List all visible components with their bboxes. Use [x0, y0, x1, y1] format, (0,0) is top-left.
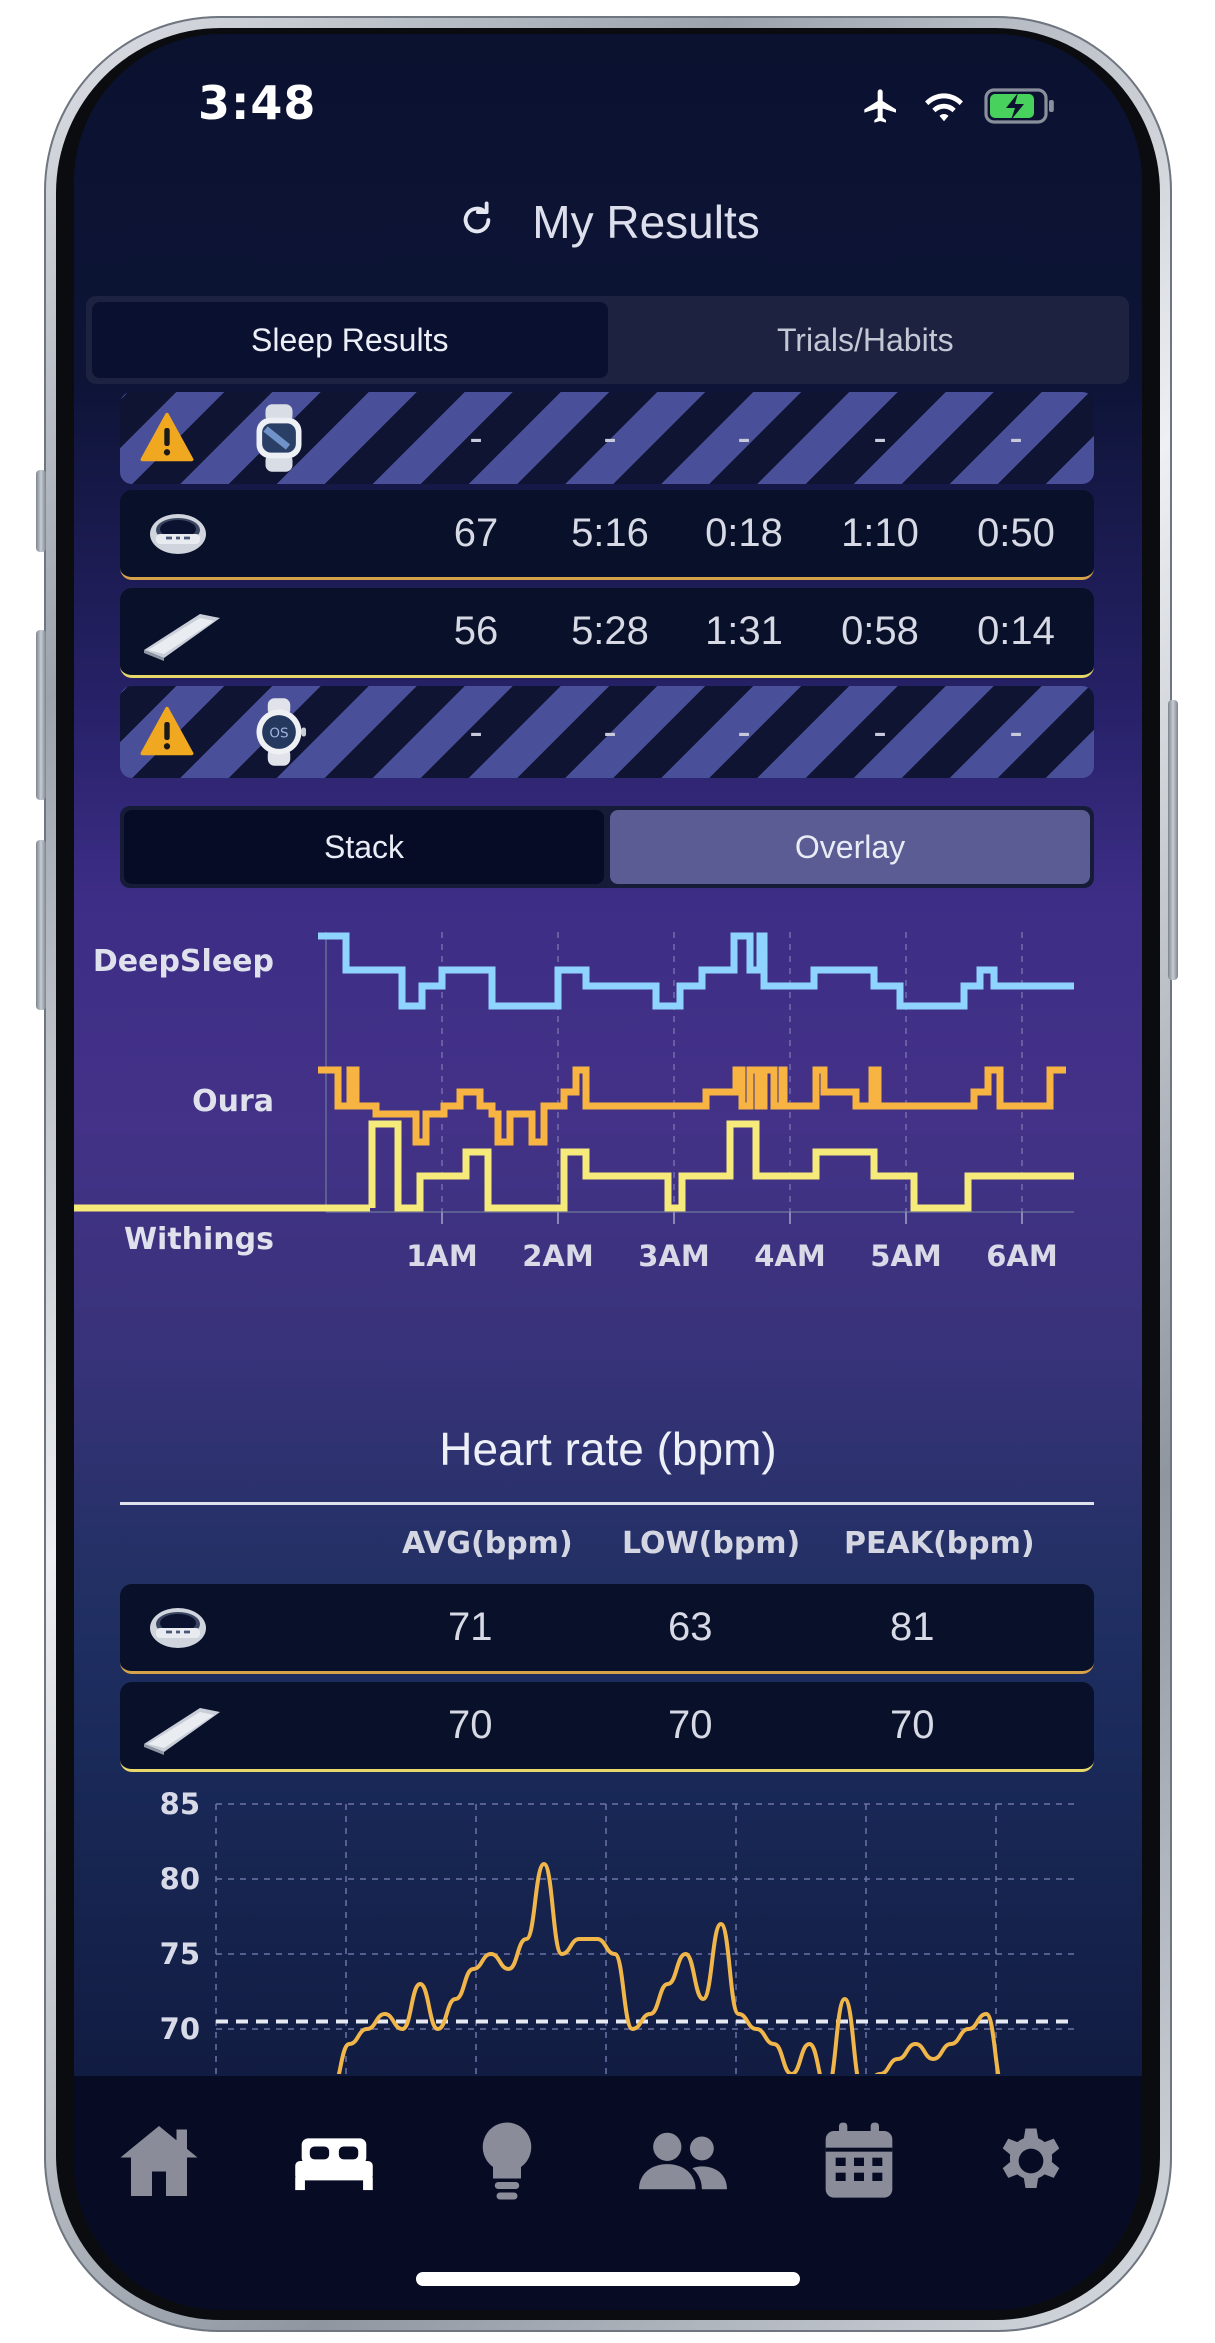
tab-sleep[interactable] — [289, 2118, 379, 2208]
col-low: LOW(bpm) — [622, 1526, 801, 1561]
volume-up-button — [36, 630, 46, 800]
hr-peak: 81 — [890, 1605, 935, 1649]
page-header: My Results — [74, 192, 1142, 252]
overlay-view-button[interactable]: Overlay — [610, 810, 1090, 884]
time-label: 6AM — [986, 1239, 1057, 1273]
status-icons — [858, 86, 1056, 130]
sleep-score: 56 — [453, 609, 499, 653]
tab-community[interactable] — [638, 2118, 728, 2208]
time-labels: 1AM 2AM 3AM 4AM 5AM 6AM — [406, 1239, 1057, 1273]
time-label: 4AM — [754, 1239, 825, 1273]
deep-sleep: - — [737, 415, 751, 460]
device-values: 67 5:16 0:18 1:10 0:50 — [120, 490, 1094, 577]
calendar-icon — [821, 2121, 897, 2205]
withings-line — [368, 1120, 1074, 1212]
lightbulb-icon — [477, 2119, 537, 2207]
time-label: 2AM — [522, 1239, 593, 1273]
page-title: My Results — [532, 196, 760, 248]
hr-values: 71 63 81 — [120, 1584, 1094, 1671]
sleep-score: 67 — [453, 511, 499, 555]
airplane-icon — [858, 86, 904, 130]
deep-sleep: - — [737, 709, 751, 754]
awake-time: 0:14 — [977, 609, 1055, 653]
total-sleep: 5:28 — [571, 609, 649, 653]
battery-charging-icon — [984, 88, 1056, 128]
deepsleep-line — [318, 932, 1074, 1010]
gear-icon — [992, 2122, 1070, 2204]
status-time: 3:48 — [198, 76, 317, 130]
time-label: 1AM — [406, 1239, 477, 1273]
bed-icon — [292, 2126, 376, 2200]
deep-sleep: 0:18 — [705, 511, 783, 555]
rem-sleep: 0:58 — [841, 609, 919, 653]
tab-sleep-results[interactable]: Sleep Results — [92, 302, 608, 378]
mute-switch — [36, 470, 46, 552]
view-toggle: Stack Overlay — [120, 806, 1094, 888]
hypnogram-chart: 1AM 2AM 3AM 4AM 5AM 6AM — [74, 932, 1074, 1273]
oura-line — [318, 1066, 1066, 1146]
tab-calendar[interactable] — [814, 2118, 904, 2208]
device-values: - - - - - — [120, 392, 1094, 484]
sleep-score: - — [469, 415, 483, 460]
total-sleep: - — [603, 709, 617, 754]
app-screen: 3:48 My Results Sleep Results Trials/Hab… — [74, 34, 1142, 2310]
device-row-apple-watch[interactable]: - - - - - — [120, 392, 1094, 484]
hr-y-tick-label: 85 — [160, 1787, 200, 1821]
sleep-score: - — [469, 709, 483, 754]
community-icon — [639, 2128, 727, 2198]
home-indicator — [416, 2272, 800, 2286]
col-avg: AVG(bpm) — [402, 1526, 573, 1561]
x-ticks — [441, 1212, 1023, 1224]
divider — [120, 1502, 1094, 1505]
volume-down-button — [36, 840, 46, 1010]
hr-low: 63 — [668, 1605, 713, 1649]
device-row-withings[interactable]: 56 5:28 1:31 0:58 0:14 — [120, 588, 1094, 678]
tab-settings[interactable] — [986, 2118, 1076, 2208]
hr-y-tick-label: 75 — [160, 1937, 200, 1971]
device-row-wear-os[interactable]: OS - - - - - — [120, 686, 1094, 778]
tab-bar — [74, 2076, 1142, 2310]
power-button — [1168, 700, 1178, 980]
rem-sleep: 1:10 — [841, 511, 919, 555]
tab-trials-habits[interactable]: Trials/Habits — [608, 302, 1124, 378]
results-tab-control: Sleep Results Trials/Habits — [86, 296, 1129, 384]
hr-avg: 71 — [448, 1605, 493, 1649]
stack-view-button[interactable]: Stack — [124, 810, 604, 884]
hr-y-tick-label: 70 — [160, 2012, 200, 2046]
tab-home[interactable] — [114, 2118, 204, 2208]
heart-rate-title: Heart rate (bpm) — [439, 1423, 777, 1475]
refresh-icon[interactable] — [456, 199, 498, 245]
tab-insights[interactable] — [462, 2118, 552, 2208]
device-row-oura[interactable]: 67 5:16 0:18 1:10 0:50 — [120, 490, 1094, 580]
deep-sleep: 1:31 — [705, 609, 783, 653]
heart-rate-chart: 85 80 75 70 — [160, 1787, 1074, 2074]
home-icon — [117, 2121, 201, 2205]
time-label: 5AM — [870, 1239, 941, 1273]
awake-time: 0:50 — [977, 511, 1055, 555]
awake-time: - — [1009, 415, 1023, 460]
hr-y-ticks: 85 80 75 70 — [160, 1787, 200, 2046]
total-sleep: - — [603, 415, 617, 460]
device-values: - - - - - — [120, 686, 1094, 778]
wifi-icon — [922, 88, 966, 128]
hr-gridlines — [215, 1803, 1074, 2074]
hr-row-oura[interactable]: 71 63 81 — [120, 1584, 1094, 1674]
awake-time: - — [1009, 709, 1023, 754]
rem-sleep: - — [873, 709, 887, 754]
total-sleep: 5:16 — [571, 511, 649, 555]
rem-sleep: - — [873, 415, 887, 460]
col-peak: PEAK(bpm) — [844, 1526, 1035, 1561]
hr-oura-line — [336, 1862, 1001, 2074]
hr-y-tick-label: 80 — [160, 1862, 200, 1896]
device-values: 56 5:28 1:31 0:58 0:14 — [120, 588, 1094, 675]
time-label: 3AM — [638, 1239, 709, 1273]
